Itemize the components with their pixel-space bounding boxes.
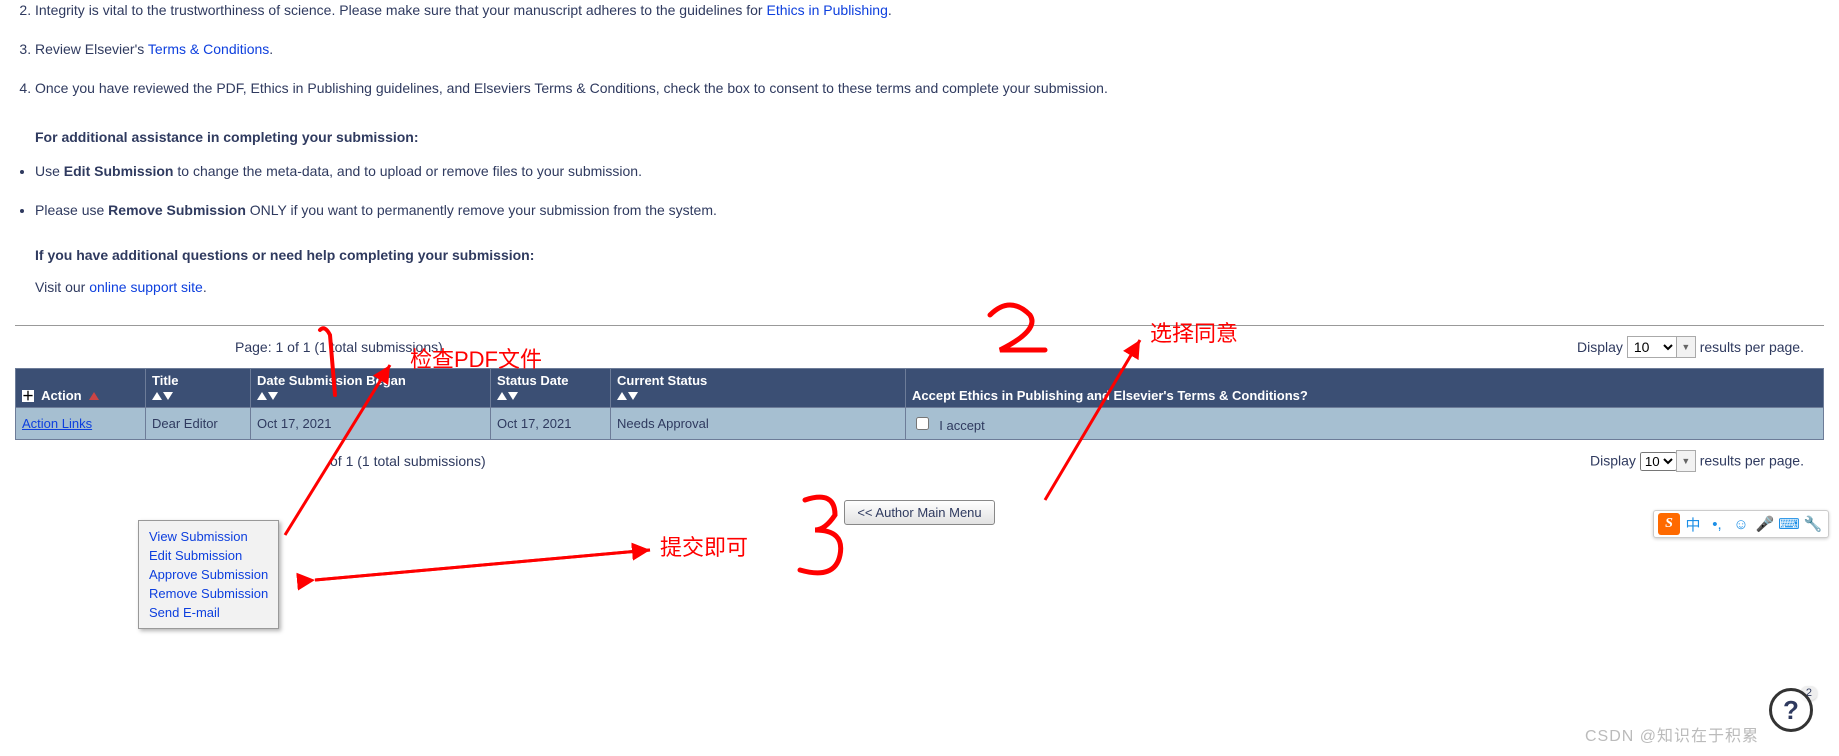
cell-accept: I accept bbox=[906, 408, 1824, 440]
th-current-status: Current Status bbox=[611, 369, 906, 408]
questions-header: If you have additional questions or need… bbox=[35, 247, 1804, 263]
table-header-row: ＋ Action Title Date Submission Began Sta… bbox=[16, 369, 1824, 408]
dropdown-arrow-icon[interactable]: ▼ bbox=[1676, 336, 1696, 358]
expand-all-icon[interactable]: ＋ bbox=[22, 390, 34, 402]
author-main-menu-button[interactable]: << Author Main Menu bbox=[844, 500, 994, 525]
display-control-bottom: Display 10 ▼ results per page. bbox=[1590, 450, 1804, 472]
page-bar-bottom: x of 1 (1 total submissions) Display 10 … bbox=[15, 440, 1824, 482]
ime-keyboard-icon[interactable]: ⌨ bbox=[1778, 513, 1800, 535]
results-per-page-select-bottom[interactable]: 10 bbox=[1640, 452, 1677, 471]
support-link[interactable]: online support site bbox=[89, 279, 203, 295]
sort-up-icon[interactable] bbox=[497, 392, 507, 400]
ime-toolbar: S 中 •, ☺ 🎤 ⌨ 🔧 bbox=[1653, 510, 1829, 538]
sort-up-icon[interactable] bbox=[257, 392, 267, 400]
menu-view-submission[interactable]: View Submission bbox=[149, 527, 268, 546]
sort-down-icon[interactable] bbox=[163, 392, 173, 400]
watermark: CSDN @知识在于积累 bbox=[1585, 722, 1759, 746]
ime-logo-icon[interactable]: S bbox=[1658, 513, 1680, 535]
page-info-top: Page: 1 of 1 (1 total submissions) bbox=[235, 339, 443, 355]
th-status-date: Status Date bbox=[491, 369, 611, 408]
action-links[interactable]: Action Links bbox=[22, 416, 92, 431]
display-control-top: Display 10 ▼ results per page. bbox=[1577, 336, 1804, 358]
th-title: Title bbox=[146, 369, 251, 408]
instruction-2: Integrity is vital to the trustworthines… bbox=[35, 0, 1804, 21]
sort-up-icon[interactable] bbox=[617, 392, 627, 400]
th-accept: Accept Ethics in Publishing and Elsevier… bbox=[906, 369, 1824, 408]
instruction-4: Once you have reviewed the PDF, Ethics i… bbox=[35, 78, 1804, 99]
accept-checkbox[interactable] bbox=[916, 417, 929, 430]
sort-down-icon[interactable] bbox=[628, 392, 638, 400]
page-bar-top: Page: 1 of 1 (1 total submissions) Displ… bbox=[15, 332, 1824, 368]
sort-down-icon[interactable] bbox=[268, 392, 278, 400]
dropdown-arrow-icon[interactable]: ▼ bbox=[1676, 450, 1696, 472]
sort-up-icon[interactable] bbox=[152, 392, 162, 400]
priority-icon bbox=[89, 392, 99, 400]
cell-date-began: Oct 17, 2021 bbox=[251, 408, 491, 440]
instructions-list: Integrity is vital to the trustworthines… bbox=[35, 0, 1804, 99]
ime-punct-icon[interactable]: •, bbox=[1706, 513, 1728, 535]
ime-lang-icon[interactable]: 中 bbox=[1682, 513, 1704, 535]
instruction-3: Review Elsevier's Terms & Conditions. bbox=[35, 39, 1804, 60]
ime-mic-icon[interactable]: 🎤 bbox=[1754, 513, 1776, 535]
sort-down-icon[interactable] bbox=[508, 392, 518, 400]
table-row: Action Links Dear Editor Oct 17, 2021 Oc… bbox=[16, 408, 1824, 440]
menu-edit-submission[interactable]: Edit Submission bbox=[149, 546, 268, 565]
ethics-link[interactable]: Ethics in Publishing bbox=[766, 2, 887, 18]
assistance-list: Use Edit Submission to change the meta-d… bbox=[35, 161, 1804, 221]
results-per-page-select-top[interactable]: 10 bbox=[1627, 336, 1677, 358]
menu-remove-submission[interactable]: Remove Submission bbox=[149, 584, 268, 603]
action-links-menu: View Submission Edit Submission Approve … bbox=[138, 520, 279, 629]
ime-settings-icon[interactable]: 🔧 bbox=[1802, 513, 1824, 535]
help-button[interactable]: ? bbox=[1769, 688, 1813, 732]
bullet-edit: Use Edit Submission to change the meta-d… bbox=[35, 161, 1804, 182]
assistance-header: For additional assistance in completing … bbox=[35, 129, 1804, 145]
bullet-remove: Please use Remove Submission ONLY if you… bbox=[35, 200, 1804, 221]
cell-current-status: Needs Approval bbox=[611, 408, 906, 440]
th-action: ＋ Action bbox=[16, 369, 146, 408]
visit-line: Visit our online support site. bbox=[35, 279, 1804, 295]
ime-emoji-icon[interactable]: ☺ bbox=[1730, 513, 1752, 535]
menu-send-email[interactable]: Send E-mail bbox=[149, 603, 268, 622]
annotation-3-text: 提交即可 bbox=[660, 530, 748, 562]
menu-approve-submission[interactable]: Approve Submission bbox=[149, 565, 268, 584]
separator bbox=[15, 325, 1824, 326]
page-info-bottom: of 1 (1 total submissions) bbox=[330, 453, 486, 469]
cell-title: Dear Editor bbox=[146, 408, 251, 440]
annotation-arrow-3 bbox=[310, 540, 670, 590]
submissions-table: ＋ Action Title Date Submission Began Sta… bbox=[15, 368, 1824, 440]
cell-status-date: Oct 17, 2021 bbox=[491, 408, 611, 440]
terms-link[interactable]: Terms & Conditions bbox=[148, 41, 269, 57]
th-date-began: Date Submission Began bbox=[251, 369, 491, 408]
